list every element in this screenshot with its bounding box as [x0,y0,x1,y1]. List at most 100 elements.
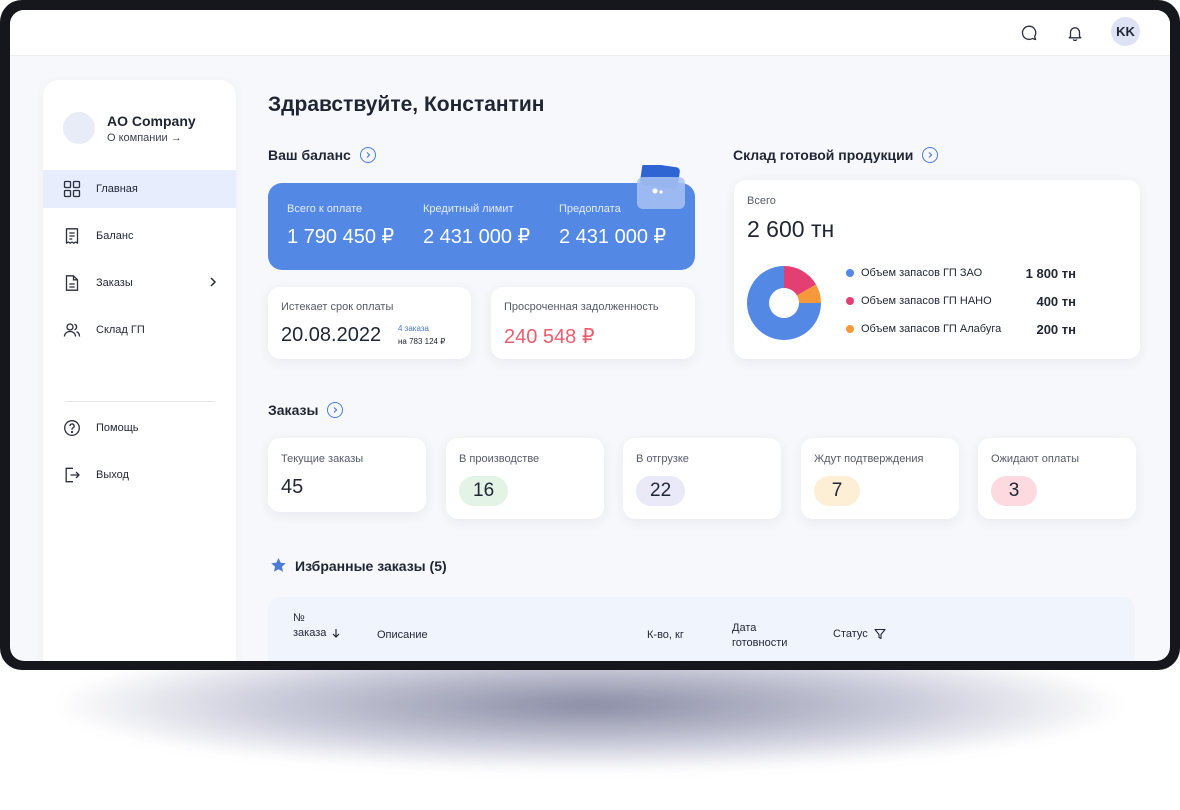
order-count-badge: 22 [636,476,686,506]
overdue-card: Просроченная задолженность 240 548 ₽ [491,287,695,359]
payment-due-date: 20.08.2022 [281,324,382,346]
legend-amount: 1 800 тн [1025,265,1076,281]
total-payable-label: Всего к оплате [287,203,363,215]
legend-item: Объем запасов ГП Алабуга 200 тн [846,321,1076,337]
logout-icon [63,466,81,484]
legend-amount: 200 тн [1036,321,1076,337]
credit-limit-value: 2 431 000 ₽ [423,226,531,248]
sidebar-item-help[interactable]: Помощь [43,409,236,447]
order-card-label: В производстве [459,453,540,465]
prepayment: Предоплата 2 431 000 ₽ [559,203,666,249]
user-avatar[interactable]: KK [1111,17,1140,46]
column-header-text: Статус [833,628,868,640]
credit-limit: Кредитный лимит 2 431 000 ₽ [423,203,530,249]
legend-item: Объем запасов ГП НАНО 400 тн [846,293,1076,309]
legend-dot [846,297,854,305]
warehouse-total-label: Всего [747,195,776,207]
section-title-text: Склад готовой продукции [733,147,914,163]
column-header-text: № [293,612,305,624]
company-name: AO Company [107,113,196,129]
legend-amount: 400 тн [1036,293,1076,309]
warehouse-section-title[interactable]: Склад готовой продукции [733,147,939,163]
sidebar-item-label: Заказы [96,277,133,289]
legend-label: Объем запасов ГП НАНО [861,295,992,307]
sidebar-item-logout[interactable]: Выход [43,456,236,494]
top-bar: KK [10,10,1170,56]
column-header-date[interactable]: Дата готовности [732,621,787,651]
column-header-text: Дата [732,622,757,634]
order-card-production[interactable]: В производстве 16 [446,438,604,519]
favorites-table-header: № заказа Описание К-во, кг Дата готовнос… [268,597,1135,661]
order-card-current[interactable]: Текущие заказы 45 [268,438,426,512]
total-payable-value: 1 790 450 ₽ [287,226,395,248]
warehouse-total-value: 2 600 тн [747,216,835,242]
credit-limit-label: Кредитный лимит [423,203,514,215]
total-payable: Всего к оплате 1 790 450 ₽ [287,203,394,249]
receipt-icon [63,227,81,245]
section-title-text: Ваш баланс [268,147,351,163]
sort-arrow-icon[interactable] [331,628,341,639]
sidebar-item-orders[interactable]: Заказы [43,264,236,302]
overdue-label: Просроченная задолженность [504,301,659,313]
warehouse-card: Всего 2 600 тн Объем запасов ГП ЗАО 1 80… [734,180,1140,359]
star-icon[interactable] [270,557,287,574]
order-card-label: Текущие заказы [281,453,364,465]
column-header-quantity[interactable]: К-во, кг [647,629,684,641]
due-orders-link[interactable]: 4 заказа [398,324,429,333]
column-header-text: заказа [293,627,327,639]
grid-icon [63,180,81,198]
payment-due-card: Истекает срок оплаты 20.08.2022 4 заказа… [268,287,471,359]
legend-label: Объем запасов ГП ЗАО [861,267,983,279]
legend-dot [846,269,854,277]
prepayment-label: Предоплата [559,203,621,215]
sidebar-divider [65,401,215,402]
filter-icon[interactable] [874,628,886,640]
favorites-title-text: Избранные заказы (5) [295,557,447,574]
company-avatar [63,112,95,144]
page-title: Здравствуйте, Константин [268,93,545,116]
order-count-badge: 7 [814,476,860,506]
order-card-value: 45 [281,476,304,498]
help-icon [63,419,81,437]
sidebar-item-warehouse[interactable]: Склад ГП [43,311,236,349]
column-header-status[interactable]: Статус [833,628,886,640]
arrow-right-circle-icon[interactable] [922,147,939,163]
chevron-right-icon [208,276,218,291]
due-orders-sum: на 783 124 ₽ [398,337,446,346]
column-header-description[interactable]: Описание [377,629,428,641]
chat-icon[interactable] [1018,22,1040,44]
order-count-badge: 3 [991,476,1037,506]
app-screen: KK AO Company О компании → Главная Балан… [10,10,1170,661]
company-about-link[interactable]: О компании → [107,132,182,144]
sidebar-item-balance[interactable]: Баланс [43,217,236,255]
order-card-shipping[interactable]: В отгрузке 22 [623,438,781,519]
arrow-right-circle-icon[interactable] [359,147,376,163]
warehouse-donut-chart [747,266,821,340]
order-card-payment[interactable]: Ожидают оплаты 3 [978,438,1136,519]
order-card-label: Ждут подтверждения [814,453,924,465]
order-card-label: Ожидают оплаты [991,453,1080,465]
section-title-text: Заказы [268,402,319,418]
legend-dot [846,325,854,333]
order-card-confirmation[interactable]: Ждут подтверждения 7 [801,438,959,519]
order-count-badge: 16 [459,476,509,506]
favorites-title: Избранные заказы (5) [270,557,447,574]
legend-item: Объем запасов ГП ЗАО 1 800 тн [846,265,1076,281]
overdue-value: 240 548 ₽ [504,326,595,348]
device-frame: KK AO Company О компании → Главная Балан… [0,0,1180,670]
column-header-text: готовности [732,637,788,649]
orders-section-title[interactable]: Заказы [268,402,344,418]
sidebar-item-label: Склад ГП [96,324,145,336]
balance-section-title[interactable]: Ваш баланс [268,147,376,163]
sidebar-item-label: Помощь [96,422,139,434]
document-icon [63,274,81,292]
sidebar: AO Company О компании → Главная Баланс З… [43,80,236,661]
arrow-right-circle-icon[interactable] [327,402,344,418]
bell-icon[interactable] [1064,22,1086,44]
sidebar-item-label: Выход [96,469,129,481]
users-icon [63,321,81,339]
sidebar-item-label: Главная [96,183,138,195]
sidebar-item-home[interactable]: Главная [43,170,236,208]
column-header-number[interactable]: № заказа [293,611,341,641]
legend-label: Объем запасов ГП Алабуга [861,323,1002,335]
